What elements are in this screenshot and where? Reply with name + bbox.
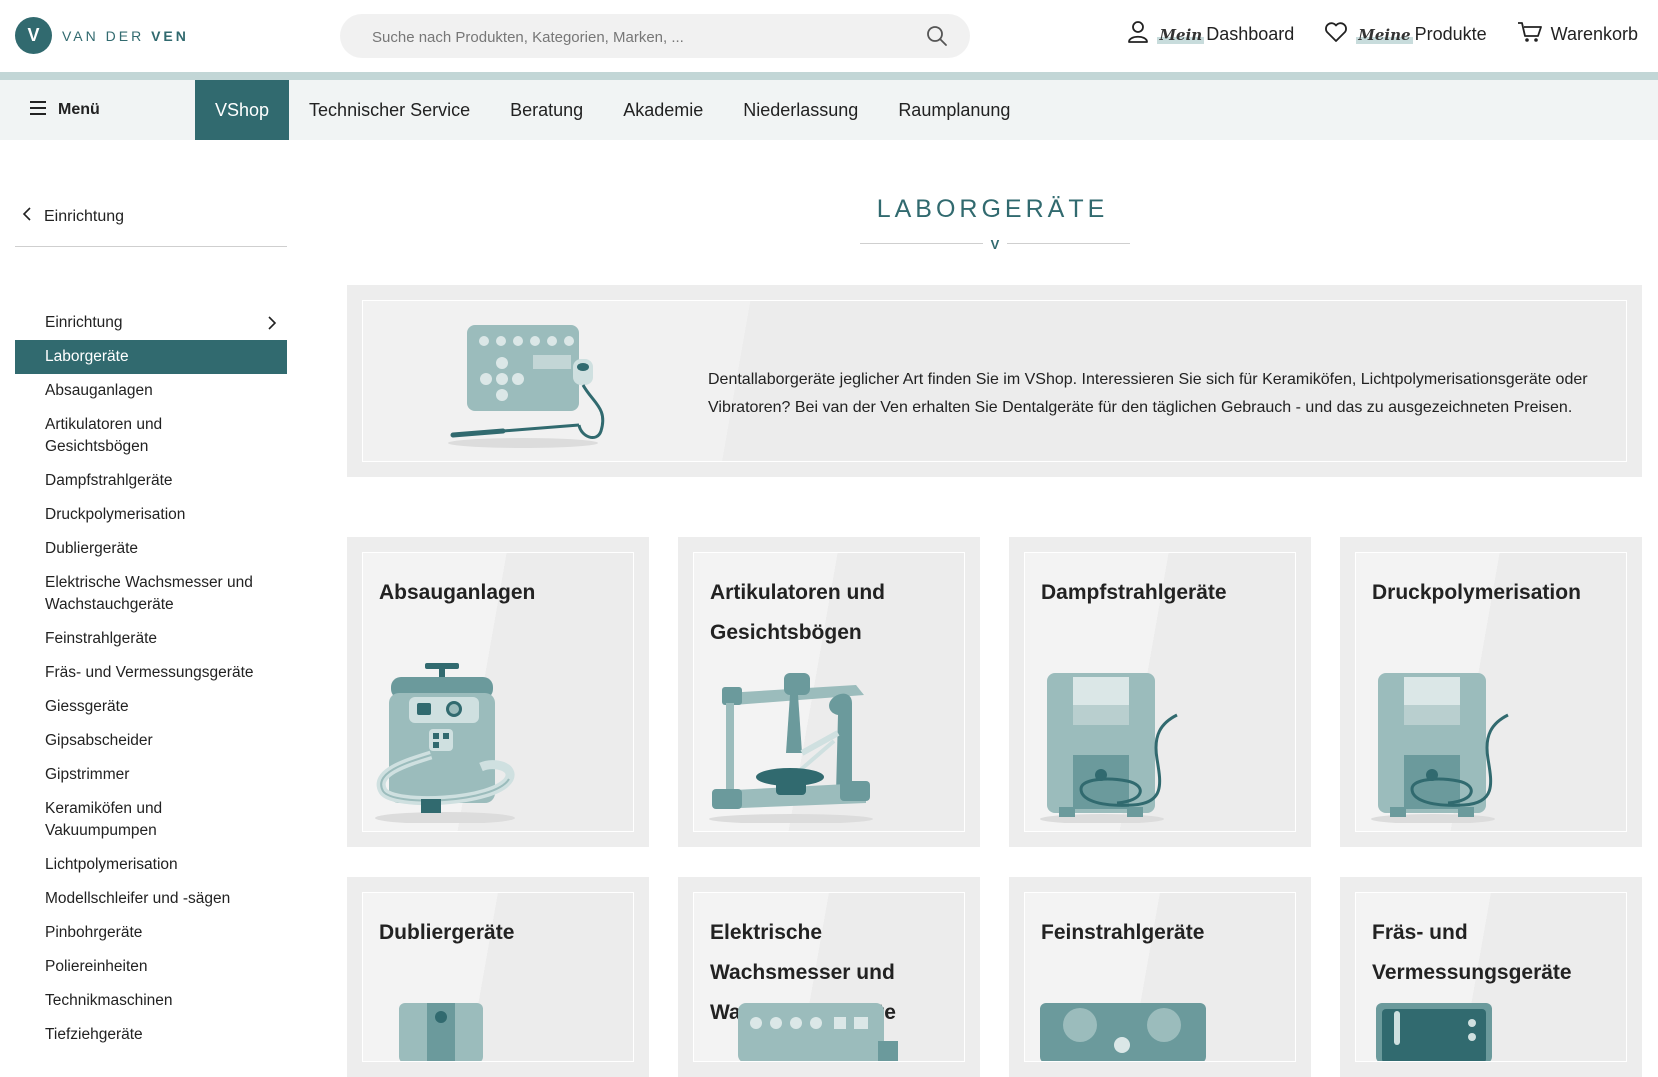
search-icon[interactable] <box>926 25 948 52</box>
sidebar-item-artikulatoren[interactable]: Artikulatoren und Gesichtsbögen <box>15 408 287 464</box>
logo-mark: V <box>15 17 52 54</box>
blasting-device-illustration <box>1040 1003 1210 1061</box>
search-bar <box>340 14 970 60</box>
category-card-feinstrahlgeraete[interactable]: Feinstrahlgeräte <box>1009 877 1311 1077</box>
nav-item-vshop[interactable]: VShop <box>195 80 290 140</box>
category-card-title: Fräs- und Vermessungsgeräte <box>1372 921 1572 984</box>
banner-text: Dentallaborgeräte jeglicher Art finden S… <box>708 371 1588 416</box>
hamburger-icon <box>30 100 48 120</box>
cart-label: Warenkorb <box>1550 24 1638 44</box>
chevron-left-icon <box>22 206 32 227</box>
sidebar-item-einrichtung[interactable]: Einrichtung <box>15 306 287 340</box>
intro-banner: Dentallaborgeräte jeglicher Art finden S… <box>347 285 1642 477</box>
title-mark: V <box>983 234 1007 256</box>
dashboard-link[interactable]: Mein Dashboard <box>1127 20 1294 49</box>
category-card-fraes-vermessung[interactable]: Fräs- und Vermessungsgeräte <box>1340 877 1642 1077</box>
vacuum-device-illustration <box>375 663 525 828</box>
header: V VAN DER VEN MeinDashboard MeineProdukt… <box>0 0 1658 72</box>
category-card-title: Dubliergeräte <box>379 921 515 944</box>
cart-icon <box>1517 20 1543 49</box>
dashboard-label: Dashboard <box>1206 24 1295 44</box>
sidebar-item-poliereinheiten[interactable]: Poliereinheiten <box>15 950 287 984</box>
category-card-dubliergeraete[interactable]: Dubliergeräte <box>347 877 649 1077</box>
favorites-link[interactable]: Meine Produkte <box>1324 21 1487 48</box>
nav-item-technischer-service[interactable]: Technischer Service <box>289 80 490 140</box>
search-input[interactable] <box>370 14 914 60</box>
sidebar-item-laborgeraete[interactable]: Laborgeräte <box>15 340 287 374</box>
main-nav: Menü VShop Technischer Service Beratung … <box>0 80 1658 140</box>
favorites-label: Produkte <box>1414 24 1487 44</box>
user-icon <box>1127 20 1149 49</box>
sidebar-item-gipsabscheider[interactable]: Gipsabscheider <box>15 724 287 758</box>
category-card-title: Dampfstrahlgeräte <box>1041 581 1227 604</box>
favorites-script: Meine <box>1356 26 1413 44</box>
category-card-title: Artikulatoren und Gesichtsbögen <box>710 581 886 644</box>
wax-device-illustration <box>738 1003 908 1061</box>
category-card-title: Druckpolymerisation <box>1372 581 1581 604</box>
articulator-illustration <box>706 663 876 828</box>
cart-link[interactable]: Warenkorb <box>1517 20 1638 49</box>
duplicating-device-illustration <box>399 1003 499 1061</box>
sidebar-item-giessgeraete[interactable]: Giessgeräte <box>15 690 287 724</box>
header-links: Mein Dashboard Meine Produkte Warenkorb <box>1127 20 1638 49</box>
logo-text-prefix: VAN DER <box>62 27 145 44</box>
brand-logo[interactable]: V VAN DER VEN <box>15 17 189 54</box>
pressure-device-illustration <box>1368 663 1518 828</box>
sidebar-item-label: Einrichtung <box>45 314 123 331</box>
sidebar-item-technikmaschinen[interactable]: Technikmaschinen <box>15 984 287 1018</box>
logo-text: VAN DER VEN <box>62 28 189 44</box>
sidebar-item-druckpolymerisation[interactable]: Druckpolymerisation <box>15 498 287 532</box>
category-card-druckpolymerisation[interactable]: Druckpolymerisation <box>1340 537 1642 847</box>
category-card-title: Absauganlagen <box>379 581 536 604</box>
page-title: LABORGERÄTE <box>876 195 1109 223</box>
sidebar-item-gipstrimmer[interactable]: Gipstrimmer <box>15 758 287 792</box>
chevron-right-icon <box>267 315 277 338</box>
nav-item-beratung[interactable]: Beratung <box>490 80 603 140</box>
sidebar-divider <box>15 246 287 247</box>
sidebar-item-dubliergeraete[interactable]: Dubliergeräte <box>15 532 287 566</box>
sidebar-item-fraes-vermessung[interactable]: Fräs- und Vermessungsgeräte <box>15 656 287 690</box>
dashboard-script: Mein <box>1157 26 1205 44</box>
sidebar-item-lichtpolymerisation[interactable]: Lichtpolymerisation <box>15 848 287 882</box>
sidebar-item-pinbohrgeraete[interactable]: Pinbohrgeräte <box>15 916 287 950</box>
category-sidebar: Einrichtung Laborgeräte Absauganlagen Ar… <box>15 306 287 1052</box>
sidebar-item-feinstrahlgeraete[interactable]: Feinstrahlgeräte <box>15 622 287 656</box>
sidebar-item-dampfstrahlgeraete[interactable]: Dampfstrahlgeräte <box>15 464 287 498</box>
milling-device-illustration <box>1376 1003 1506 1061</box>
header-divider <box>0 72 1658 80</box>
sidebar-item-tiefziehgeraete[interactable]: Tiefziehgeräte <box>15 1018 287 1052</box>
category-card-absauganlagen[interactable]: Absauganlagen <box>347 537 649 847</box>
sidebar-item-wachsmesser[interactable]: Elektrische Wachsmesser und Wachstauchge… <box>15 566 287 622</box>
sidebar-item-absauganlagen[interactable]: Absauganlagen <box>15 374 287 408</box>
heart-icon <box>1324 21 1348 48</box>
category-card-title: Feinstrahlgeräte <box>1041 921 1205 944</box>
category-card-artikulatoren[interactable]: Artikulatoren und Gesichtsbögen <box>678 537 980 847</box>
nav-item-raumplanung[interactable]: Raumplanung <box>878 80 1030 140</box>
menu-button[interactable]: Menü <box>30 80 100 140</box>
sidebar-item-keramikoefen[interactable]: Keramiköfen und Vakuumpumpen <box>15 792 287 848</box>
nav-item-niederlassung[interactable]: Niederlassung <box>723 80 878 140</box>
category-card-dampfstrahlgeraete[interactable]: Dampfstrahlgeräte <box>1009 537 1311 847</box>
sidebar-item-modellschleifer[interactable]: Modellschleifer und -sägen <box>15 882 287 916</box>
logo-text-suffix: VEN <box>151 27 189 44</box>
steam-device-illustration <box>1037 663 1187 828</box>
nav-item-akademie[interactable]: Akademie <box>603 80 723 140</box>
back-link-label: Einrichtung <box>44 207 125 225</box>
category-card-wachsmesser[interactable]: Elektrische Wachsmesser und Wachstauchge… <box>678 877 980 1077</box>
lab-device-illustration <box>443 313 623 454</box>
back-link[interactable]: Einrichtung <box>22 206 124 227</box>
menu-label: Menü <box>58 101 100 118</box>
